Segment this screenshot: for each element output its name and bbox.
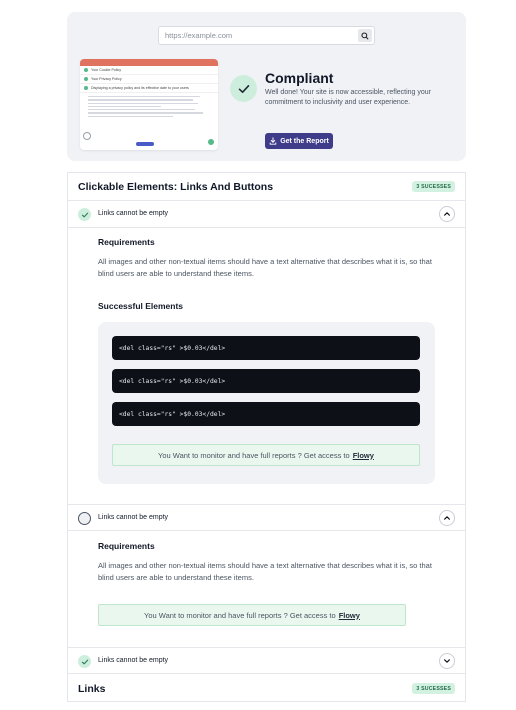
cta-text: You Want to monitor and have full report… <box>144 610 336 620</box>
preview-item-label: Displaying a privacy policy and its effe… <box>91 86 189 90</box>
get-report-label: Get the Report <box>280 137 329 145</box>
accordion-header-2[interactable]: Links cannot be empty <box>68 504 465 531</box>
requirements-text: All images and other non-textual items s… <box>98 257 432 278</box>
compliance-message: Well done! Your site is now accessible, … <box>265 89 432 106</box>
download-icon <box>269 137 277 145</box>
accordion-header-1[interactable]: Links cannot be empty <box>68 201 465 228</box>
successful-elements-box: <del class="rs" >$0.03</del> <del class=… <box>98 322 435 484</box>
successful-elements-title: Successful Elements <box>98 301 184 311</box>
flowy-link[interactable]: Flowy <box>353 451 374 460</box>
code-snippet: <del class="rs" >$0.03</del> <box>112 369 420 393</box>
code-snippet: <del class="rs" >$0.03</del> <box>112 402 420 426</box>
compliance-title: Compliant <box>265 70 334 86</box>
preview-item-label: Your Privacy Policy <box>91 77 122 81</box>
url-input-wrapper <box>158 26 375 45</box>
accordion-label: Links cannot be empty <box>98 514 169 521</box>
flowy-cta-banner: You Want to monitor and have full report… <box>112 444 420 466</box>
requirements-title: Requirements <box>98 541 155 551</box>
check-dot-icon <box>84 77 88 81</box>
success-count-badge: 3 SUCESSES <box>412 683 455 694</box>
preview-text-lines <box>80 93 218 122</box>
flowy-link[interactable]: Flowy <box>339 611 360 620</box>
preview-check-icon <box>208 139 214 145</box>
chevron-down-icon[interactable] <box>439 653 455 669</box>
requirements-text: All images and other non-textual items s… <box>98 561 432 582</box>
accordion-label: Links cannot be empty <box>98 657 169 664</box>
preview-item: Your Cookie Policy <box>80 66 218 75</box>
requirements-title: Requirements <box>98 237 155 247</box>
compliance-hero-card: Your Cookie Policy Your Privacy Policy D… <box>67 12 466 161</box>
success-check-icon <box>78 208 91 221</box>
preview-item: Your Privacy Policy <box>80 75 218 84</box>
success-check-icon <box>78 655 91 668</box>
success-count-badge: 3 SUCESSES <box>412 181 455 192</box>
preview-item-label: Your Cookie Policy <box>91 68 122 72</box>
section-header-links[interactable]: Links 3 SUCESSES <box>68 675 465 701</box>
code-snippet: <del class="rs" >$0.03</del> <box>112 336 420 360</box>
section-title: Links <box>78 683 106 695</box>
preview-item: Displaying a privacy policy and its effe… <box>80 84 218 93</box>
chevron-up-icon[interactable] <box>439 510 455 526</box>
compliant-check-icon <box>230 75 257 102</box>
cta-text: You Want to monitor and have full report… <box>158 450 350 460</box>
preview-circle-icon <box>83 132 91 140</box>
pending-circle-icon <box>78 512 91 525</box>
accordion-label: Links cannot be empty <box>98 210 169 217</box>
section-title: Clickable Elements: Links And Buttons <box>78 181 274 193</box>
search-icon <box>361 31 369 40</box>
search-button[interactable] <box>358 29 372 42</box>
check-dot-icon <box>84 86 88 90</box>
preview-header-bar <box>80 59 218 66</box>
preview-button <box>136 142 154 146</box>
results-panel: Clickable Elements: Links And Buttons 3 … <box>67 172 466 702</box>
url-input[interactable] <box>159 31 349 40</box>
get-report-button[interactable]: Get the Report <box>265 133 333 149</box>
report-preview-thumbnail: Your Cookie Policy Your Privacy Policy D… <box>80 59 218 150</box>
accordion-header-3[interactable]: Links cannot be empty <box>68 647 465 674</box>
chevron-up-icon[interactable] <box>439 206 455 222</box>
section-header-clickable-elements[interactable]: Clickable Elements: Links And Buttons 3 … <box>68 173 465 201</box>
flowy-cta-banner: You Want to monitor and have full report… <box>98 604 406 626</box>
check-dot-icon <box>84 68 88 72</box>
